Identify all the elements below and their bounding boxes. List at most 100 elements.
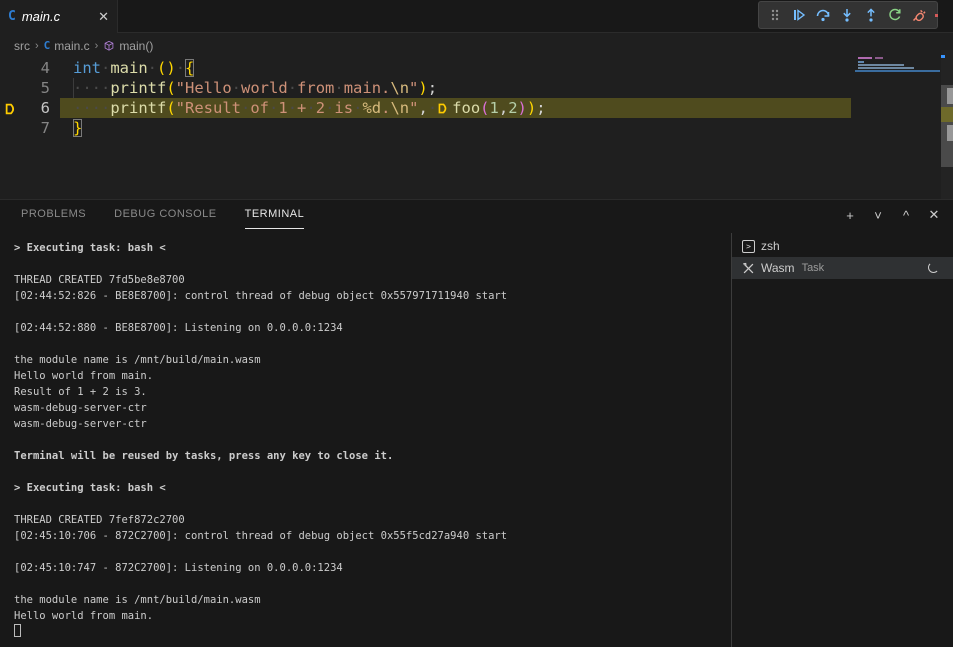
drag-gripper[interactable] [763,3,787,27]
code-token: \n [390,79,409,97]
panel-actions: + ˅ ^ ✕ [841,206,943,224]
terminal-cursor [14,624,21,637]
code-token: of [250,99,269,117]
new-terminal-button[interactable]: + [841,206,859,224]
step-into-target-icon [437,100,450,120]
restart-button[interactable] [883,3,907,27]
code-line[interactable]: 6····printf("Result·of·1·+·2·is·%d.\n",·… [0,98,851,118]
code-token: ) [418,79,427,97]
code-token: { [185,59,194,77]
terminal-line: > Executing task: bash < [14,240,714,256]
terminal-tab-wasm[interactable]: WasmTask [732,257,953,279]
c-file-icon: C [8,9,16,24]
terminal-line [14,256,714,272]
code-token: } [73,119,82,137]
terminal-line [14,464,714,480]
terminal-icon: > [742,240,755,253]
code-token: is [334,99,353,117]
code-token: "Result [176,99,241,117]
terminal-dropdown-button[interactable]: ˅ [869,206,887,224]
code-token: , [418,99,427,117]
breadcrumb-separator: › [95,40,99,52]
terminal-line: Terminal will be reused by tasks, press … [14,448,714,464]
minimap[interactable] [855,57,940,197]
code-token: · [306,99,315,117]
terminal-line: THREAD CREATED 7fd5be8e8700 [14,272,714,288]
code-token: foo [452,99,480,117]
code-token: ; [428,79,437,97]
panel-tab-problems[interactable]: PROBLEMS [21,208,86,229]
editor-scrollbar[interactable] [941,50,953,200]
line-number: 5 [0,78,50,98]
breadcrumb-item[interactable]: src [14,39,30,53]
code-line[interactable]: 7} [0,118,851,138]
terminal-line: the module name is /mnt/build/main.wasm [14,592,714,608]
terminal-output[interactable]: > Executing task: bash < THREAD CREATED … [14,240,714,640]
minimap-token [858,67,914,69]
close-tab-icon[interactable]: ✕ [98,10,109,23]
step-into-button[interactable] [835,3,859,27]
code-line-content: } [60,118,851,138]
terminal-line [14,624,714,640]
code-token: ; [536,99,545,117]
breadcrumb[interactable]: src › Cmain.c › main() [0,34,953,57]
scrollbar-decoration [947,88,953,104]
code-line-content: ····printf("Result·of·1·+·2·is·%d.\n",·f… [60,98,851,118]
disconnect-button[interactable] [907,3,931,27]
code-line[interactable]: 4 int·main·()·{ [0,58,851,78]
code-token: · [148,59,157,77]
terminal-line: [02:44:52:880 - BE8E8700]: Listening on … [14,320,714,336]
code-token: ( [480,99,489,117]
code-token: · [334,79,343,97]
continue-button[interactable] [787,3,811,27]
maximize-panel-button[interactable]: ^ [897,206,915,224]
code-token: , [499,99,508,117]
terminal-line [14,336,714,352]
terminal-line: Result of 1 + 2 is 3. [14,384,714,400]
code-token: ···· [73,99,110,117]
code-token: ) [518,99,527,117]
code-token: · [241,99,250,117]
breadcrumb-separator: › [35,40,39,52]
code-token: ( [166,79,175,97]
close-panel-button[interactable]: ✕ [925,206,943,224]
terminal-line: the module name is /mnt/build/main.wasm [14,352,714,368]
code-token: ···· [73,79,110,97]
minimap-token [875,57,883,59]
line-number: 7 [0,118,50,138]
panel-tab-terminal[interactable]: TERMINAL [245,208,305,229]
code-editor[interactable]: 4int·main·()·{5····printf("Hello·world·f… [0,57,953,198]
code-token: · [288,79,297,97]
tab-label: main.c [22,9,60,24]
code-token: · [101,59,110,77]
code-line-content: int·main·()·{ [60,58,851,78]
code-token: printf [110,99,166,117]
code-token: from [297,79,334,97]
notification-dot [935,14,938,17]
code-token: · [269,99,278,117]
code-token: · [428,99,437,117]
minimap-token [858,57,872,59]
code-token: () [157,59,176,77]
line-number: 4 [0,58,50,78]
breadcrumb-item[interactable]: main.c [54,39,89,53]
breadcrumb-item[interactable]: main() [119,39,153,53]
terminal-line: wasm-debug-server-ctr [14,416,714,432]
code-token: %d [362,99,381,117]
terminal-line: [02:45:10:747 - 872C2700]: Listening on … [14,560,714,576]
c-file-icon: C [44,39,51,52]
bottom-panel: PROBLEMS DEBUG CONSOLE TERMINAL + ˅ ^ ✕ > Exe… [0,199,953,647]
scrollbar-decoration [941,107,953,122]
step-out-button[interactable] [859,3,883,27]
code-line[interactable]: 5····printf("Hello·world·from·main.\n"); [0,78,851,98]
step-over-button[interactable] [811,3,835,27]
code-token: · [176,59,185,77]
code-token: main. [344,79,391,97]
panel-tab-debug-console[interactable]: DEBUG CONSOLE [114,208,216,229]
code-token: printf [110,79,166,97]
terminal-line: [02:45:10:706 - 872C2700]: control threa… [14,528,714,544]
scrollbar-decoration [941,55,945,58]
terminal-line [14,496,714,512]
terminal-tab-zsh[interactable]: >zsh [732,235,953,257]
tab-main-c[interactable]: C main.c ✕ [0,0,118,33]
